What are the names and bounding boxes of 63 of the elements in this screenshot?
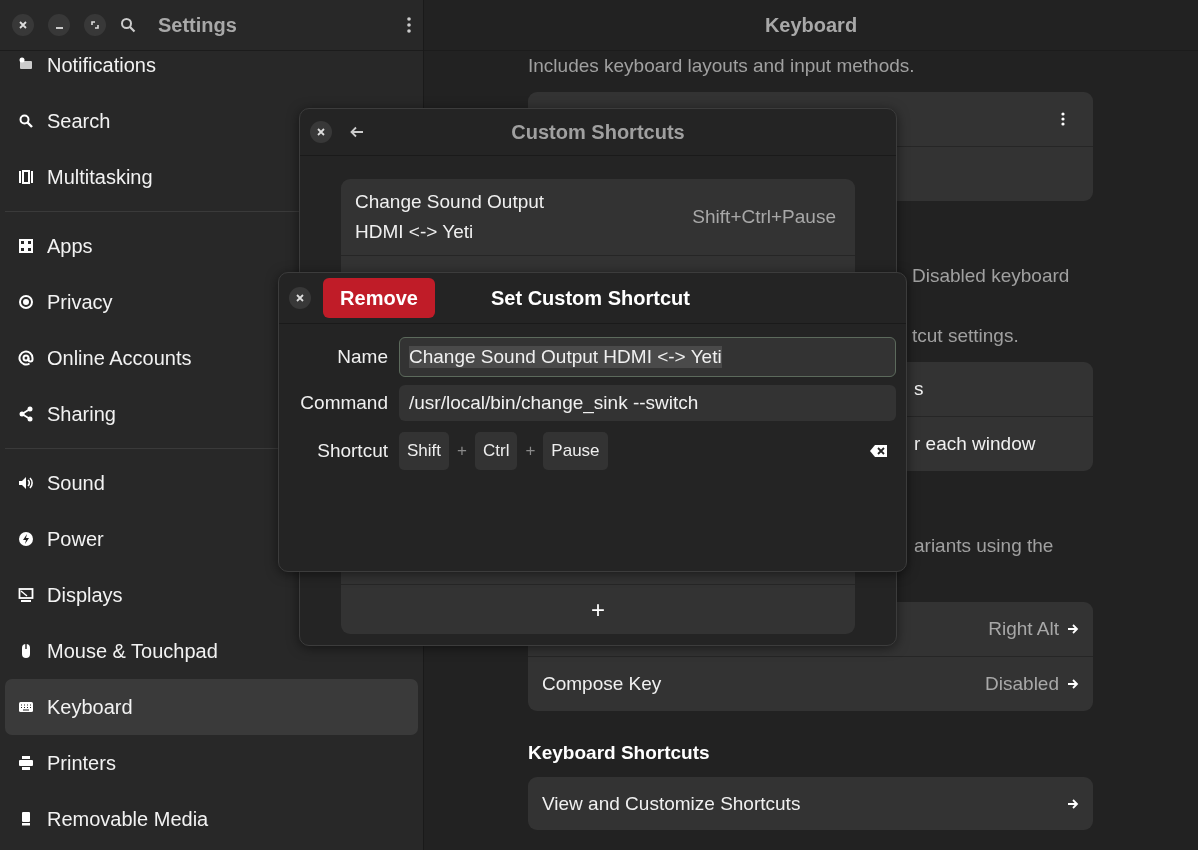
- key-cap: Pause: [543, 432, 608, 470]
- arrow-right-icon: [1067, 797, 1079, 810]
- shortcuts-card[interactable]: View and Customize Shortcuts: [528, 777, 1093, 830]
- search-icon[interactable]: [120, 17, 136, 33]
- close-button[interactable]: [289, 287, 311, 309]
- dialog-title: Set Custom Shortcut: [491, 286, 690, 310]
- remove-button[interactable]: Remove: [323, 278, 435, 318]
- row-label[interactable]: Compose Key: [542, 673, 662, 695]
- sidebar-item[interactable]: Keyboard: [5, 679, 418, 735]
- multitasking-icon: [18, 169, 34, 185]
- more-options-icon[interactable]: [1061, 112, 1065, 126]
- description-text: Disabled keyboard: [911, 264, 1071, 288]
- description-text: ariants using the: [913, 534, 1055, 558]
- keyboard-icon: [18, 699, 34, 715]
- field-label: Command: [300, 392, 388, 414]
- sidebar-item[interactable]: Power: [5, 511, 418, 567]
- at-sign-icon: [18, 350, 34, 366]
- description-text: tcut settings.: [911, 324, 1020, 348]
- page-title: Keyboard: [764, 13, 858, 37]
- close-button[interactable]: [12, 14, 34, 36]
- minimize-button[interactable]: [48, 14, 70, 36]
- row-label[interactable]: r each window: [914, 433, 1036, 455]
- close-icon: [18, 20, 28, 30]
- input-field[interactable]: /usr/local/bin/change_sink --switch: [399, 385, 896, 421]
- add-shortcut-button[interactable]: +: [341, 584, 855, 634]
- printer-icon: [18, 755, 34, 771]
- key-cap: Shift: [399, 432, 450, 470]
- row-value: Right Alt: [988, 618, 1059, 640]
- close-button[interactable]: [310, 121, 332, 143]
- key-cap: Ctrl: [474, 432, 518, 470]
- menu-icon[interactable]: [407, 17, 411, 33]
- shortcut-row[interactable]: Change Sound Output HDMI <-> Yeti Shift+Ctrl+Pause: [341, 179, 855, 255]
- close-icon: [295, 293, 305, 303]
- power-icon: [18, 531, 34, 547]
- arrow-right-icon: [1067, 678, 1079, 690]
- display-icon: [18, 587, 34, 603]
- section-heading: Keyboard Shortcuts: [528, 741, 711, 765]
- row-value: Disabled: [985, 673, 1059, 695]
- plus-sign: +: [457, 441, 467, 461]
- back-arrow-icon[interactable]: [350, 126, 364, 138]
- arrow-right-icon: [1067, 623, 1079, 635]
- maximize-button[interactable]: [84, 14, 106, 36]
- speaker-icon: [18, 475, 34, 491]
- description-text: Includes keyboard layouts and input methods.: [528, 54, 916, 78]
- row-label[interactable]: s: [914, 378, 924, 400]
- sidebar-item[interactable]: Search: [5, 93, 418, 149]
- field-label: Name: [337, 346, 388, 368]
- sidebar-item[interactable]: Printers: [5, 735, 418, 791]
- row-label[interactable]: View and Customize Shortcuts: [542, 792, 801, 815]
- dialog-title: Custom Shortcuts: [511, 120, 685, 143]
- minimize-icon: [55, 27, 63, 29]
- field-label: Shortcut: [317, 440, 388, 462]
- apps-grid-icon: [18, 238, 34, 254]
- input-field[interactable]: Change Sound Output HDMI <-> Yeti: [399, 337, 896, 377]
- backspace-icon[interactable]: [870, 444, 888, 458]
- privacy-icon: [18, 294, 34, 310]
- share-icon: [18, 406, 34, 422]
- window-title: Settings: [158, 13, 238, 37]
- maximize-icon: [90, 20, 100, 30]
- sidebar-item[interactable]: Removable Media: [5, 791, 418, 847]
- plus-sign: +: [525, 441, 536, 461]
- search-icon: [18, 113, 34, 129]
- close-icon: [316, 127, 326, 137]
